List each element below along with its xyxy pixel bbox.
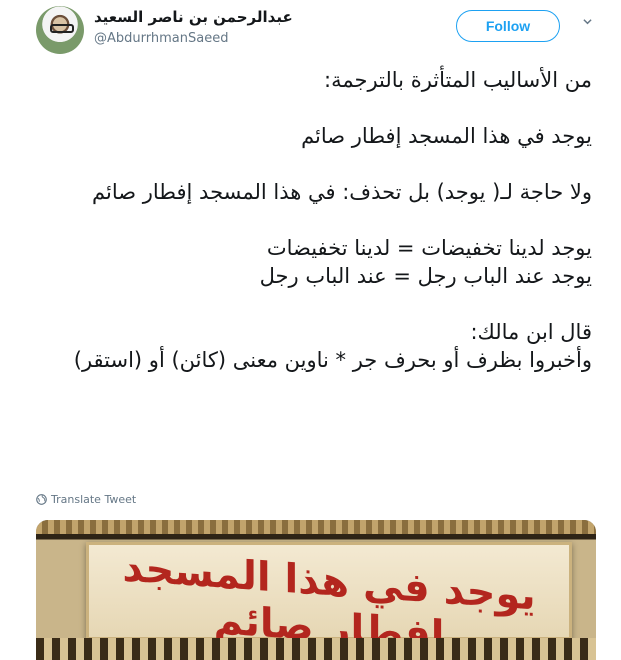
tweet-line: وأخبروا بظرف أو بحرف جر * ناوين معنى (كا…	[73, 348, 592, 372]
image-decoration	[36, 638, 596, 660]
tweet-line: قال ابن مالك:	[470, 320, 592, 344]
sign-board: يوجد في هذا المسجد إفطار صائم	[86, 542, 572, 659]
globe-icon	[36, 494, 47, 505]
tweet-header: عبدالرحمن بن ناصر السعيد @AbdurrhmanSaee…	[0, 0, 621, 60]
tweet-line: يوجد لدينا تخفيضات = لدينا تخفيضات	[266, 236, 592, 260]
tweet-text: من الأساليب المتأثرة بالترجمة: يوجد في ه…	[30, 66, 592, 374]
translate-label[interactable]: Translate Tweet	[51, 493, 136, 506]
image-decoration	[36, 520, 596, 534]
display-name[interactable]: عبدالرحمن بن ناصر السعيد	[94, 8, 293, 26]
tweet-line: ولا حاجة لـ( يوجد) بل تحذف: في هذا المسج…	[92, 180, 592, 204]
tweet-line: من الأساليب المتأثرة بالترجمة:	[324, 68, 592, 92]
tweet-line: يوجد عند الباب رجل = عند الباب رجل	[259, 264, 592, 288]
chevron-down-icon[interactable]	[583, 17, 592, 26]
translate-tweet-link[interactable]: Translate Tweet	[36, 493, 136, 506]
tweet-media-image[interactable]: يوجد في هذا المسجد إفطار صائم	[36, 520, 596, 660]
user-handle[interactable]: @AbdurrhmanSaeed	[94, 31, 228, 46]
avatar[interactable]	[36, 6, 84, 54]
follow-button[interactable]: Follow	[456, 10, 560, 42]
tweet-line: يوجد في هذا المسجد إفطار صائم	[301, 124, 592, 148]
